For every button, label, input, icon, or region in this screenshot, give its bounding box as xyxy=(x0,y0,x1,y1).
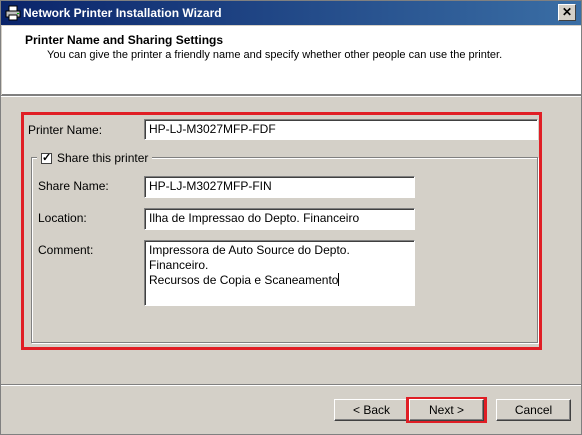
location-label: Location: xyxy=(38,211,87,225)
share-checkbox-row[interactable]: ✓ Share this printer xyxy=(37,150,153,166)
check-mark-icon: ✓ xyxy=(42,151,52,164)
cancel-button[interactable]: Cancel xyxy=(496,399,571,421)
next-button[interactable]: Next > xyxy=(409,399,484,421)
printer-name-input[interactable]: HP-LJ-M3027MFP-FDF xyxy=(144,119,538,140)
back-button[interactable]: < Back xyxy=(334,399,409,421)
footer-divider xyxy=(1,384,581,386)
location-input[interactable]: Ilha de Impressao do Depto. Financeiro xyxy=(144,208,415,230)
page-title: Printer Name and Sharing Settings xyxy=(25,33,224,47)
printer-icon xyxy=(5,5,21,21)
comment-textarea[interactable]: Impressora de Auto Source do Depto. Fina… xyxy=(144,240,415,306)
window-title: Network Printer Installation Wizard xyxy=(23,6,222,20)
share-label: Share this printer xyxy=(57,151,149,165)
page-subtitle: You can give the printer a friendly name… xyxy=(47,49,503,61)
close-icon: ✕ xyxy=(561,5,573,19)
title-bar[interactable]: Network Printer Installation Wizard ✕ xyxy=(1,1,581,25)
text-caret xyxy=(338,273,340,286)
comment-label: Comment: xyxy=(38,243,94,257)
wizard-window: Network Printer Installation Wizard ✕ Pr… xyxy=(0,0,582,435)
wizard-header: Printer Name and Sharing Settings You ca… xyxy=(2,26,581,95)
share-checkbox[interactable]: ✓ xyxy=(41,151,52,164)
printer-name-label: Printer Name: xyxy=(28,123,103,137)
share-name-label: Share Name: xyxy=(38,179,109,193)
close-button[interactable]: ✕ xyxy=(558,4,576,21)
share-name-input[interactable]: HP-LJ-M3027MFP-FIN xyxy=(144,176,415,198)
header-divider xyxy=(1,95,581,97)
